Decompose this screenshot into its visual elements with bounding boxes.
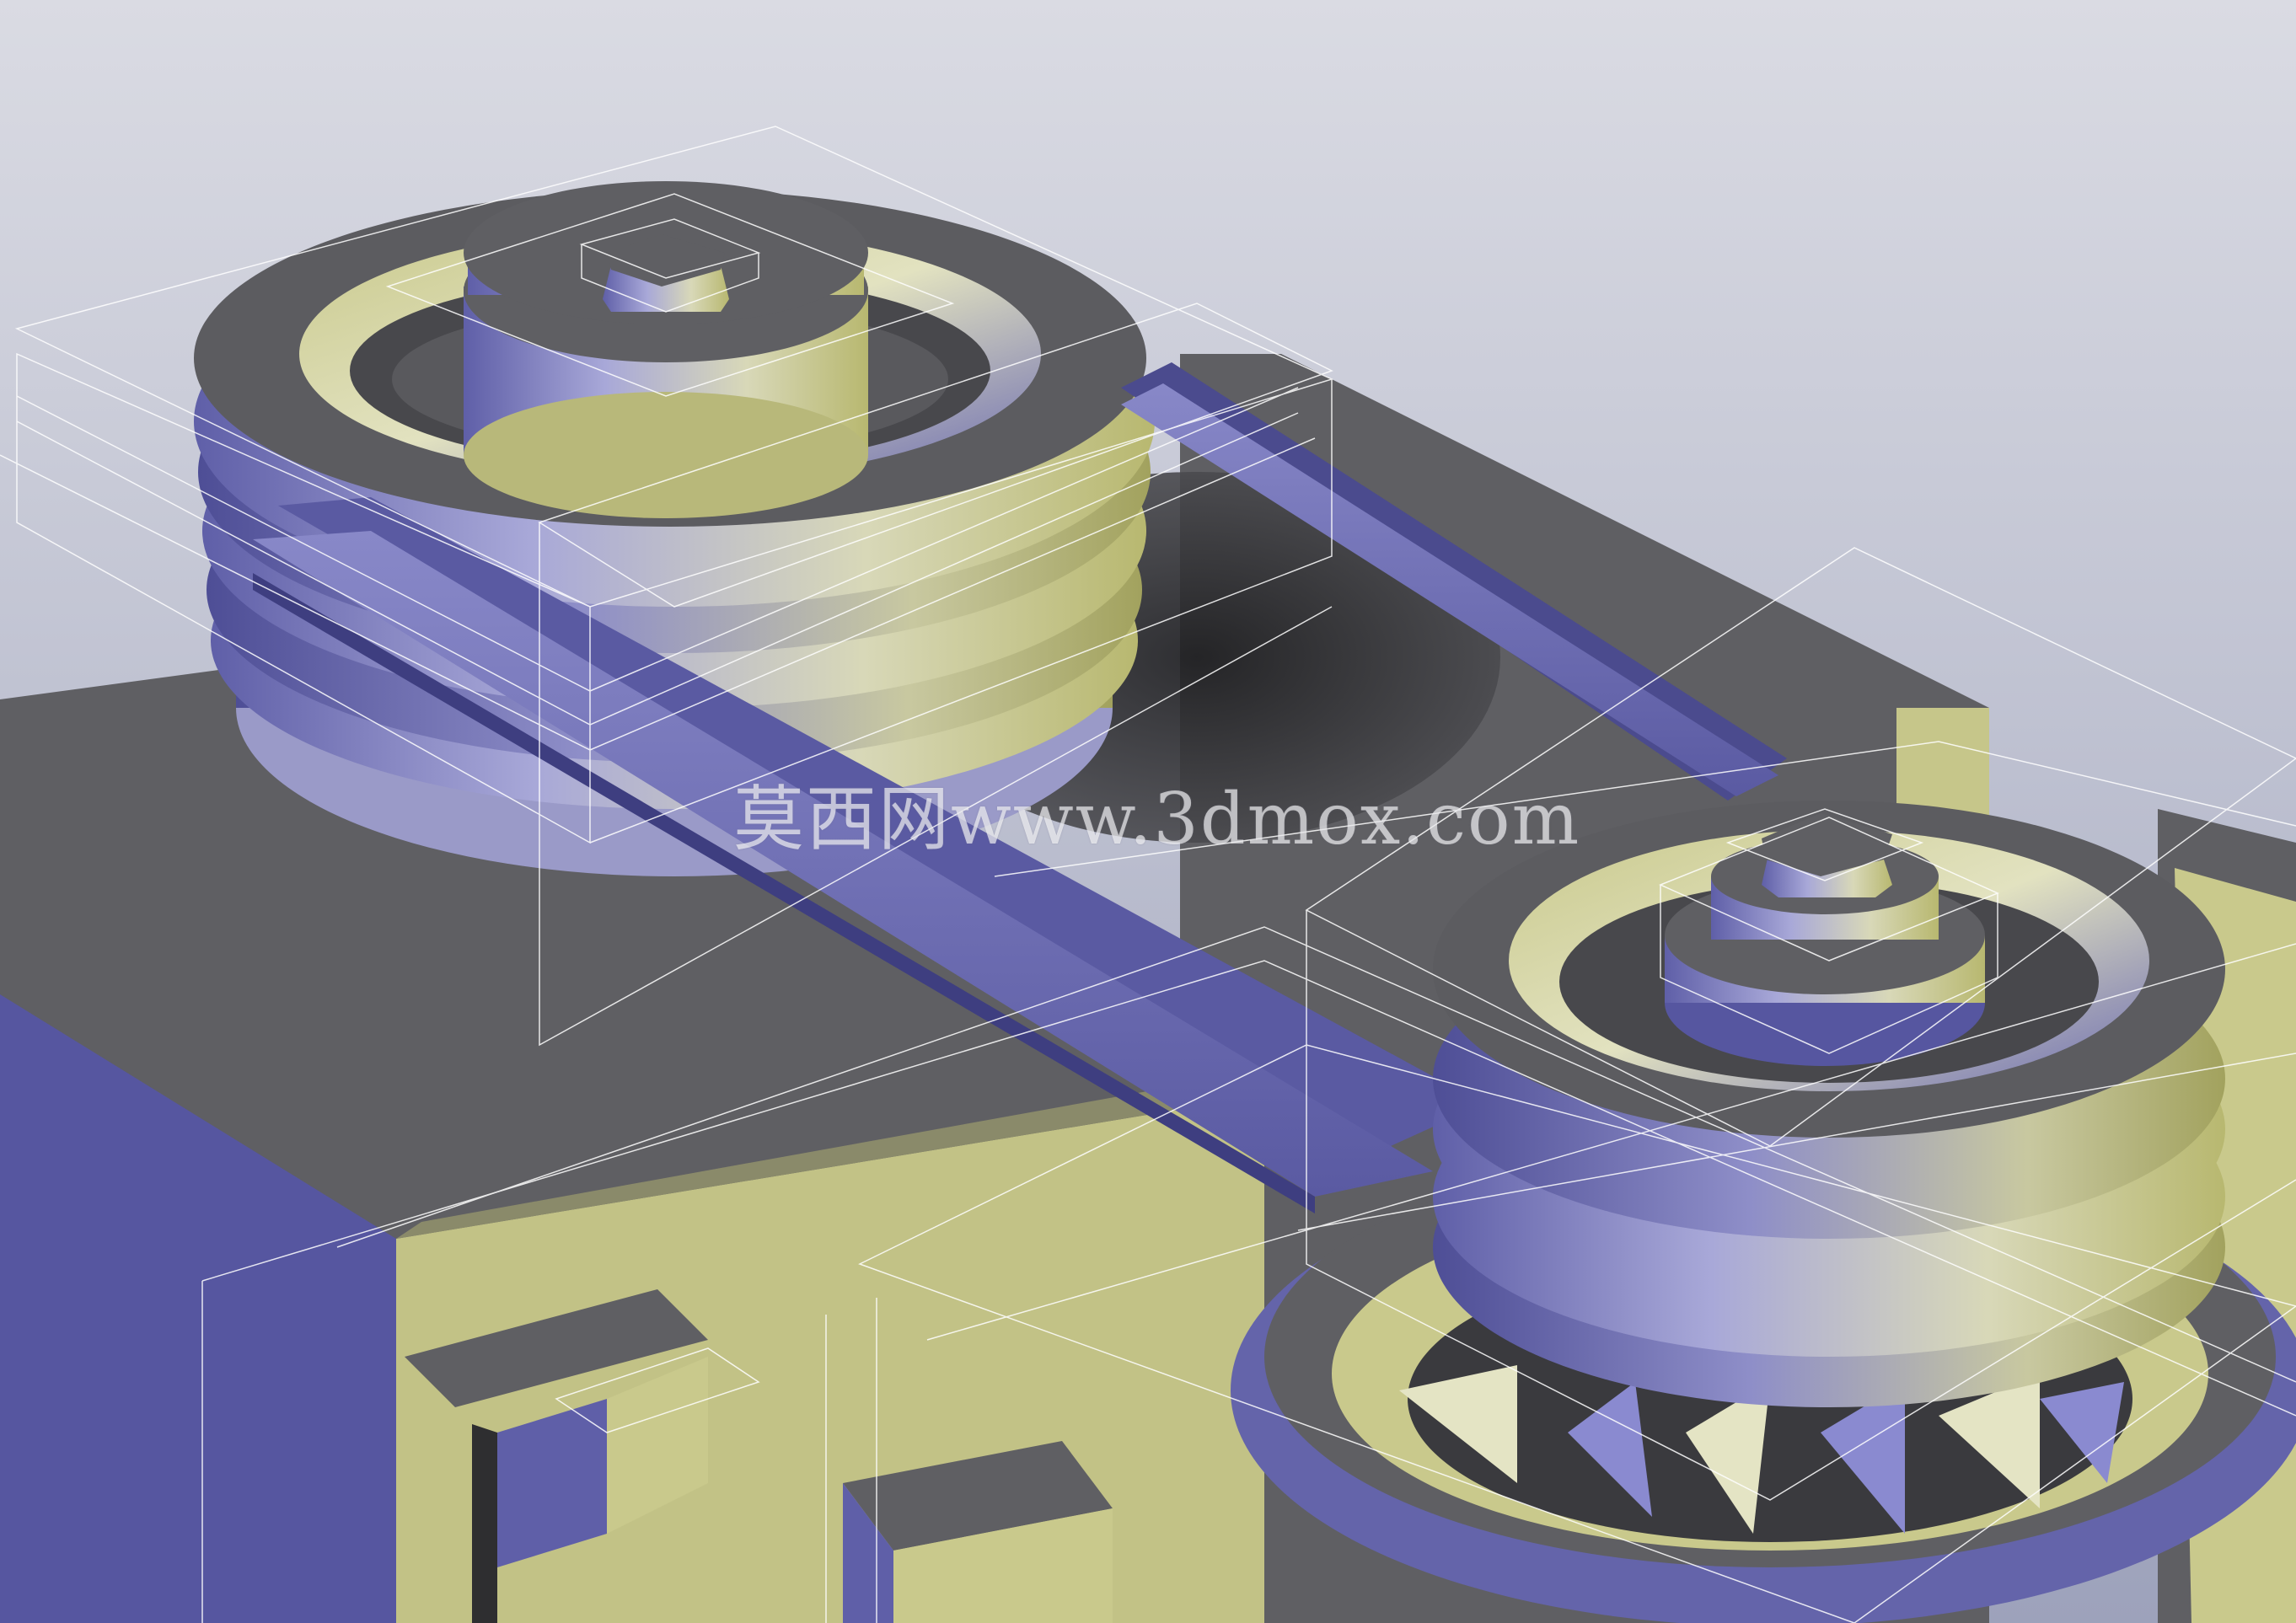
watermark-text: 莫西网www.3dmox.com — [733, 778, 1581, 860]
3d-viewport[interactable]: 莫西网www.3dmox.com — [0, 0, 2296, 1623]
